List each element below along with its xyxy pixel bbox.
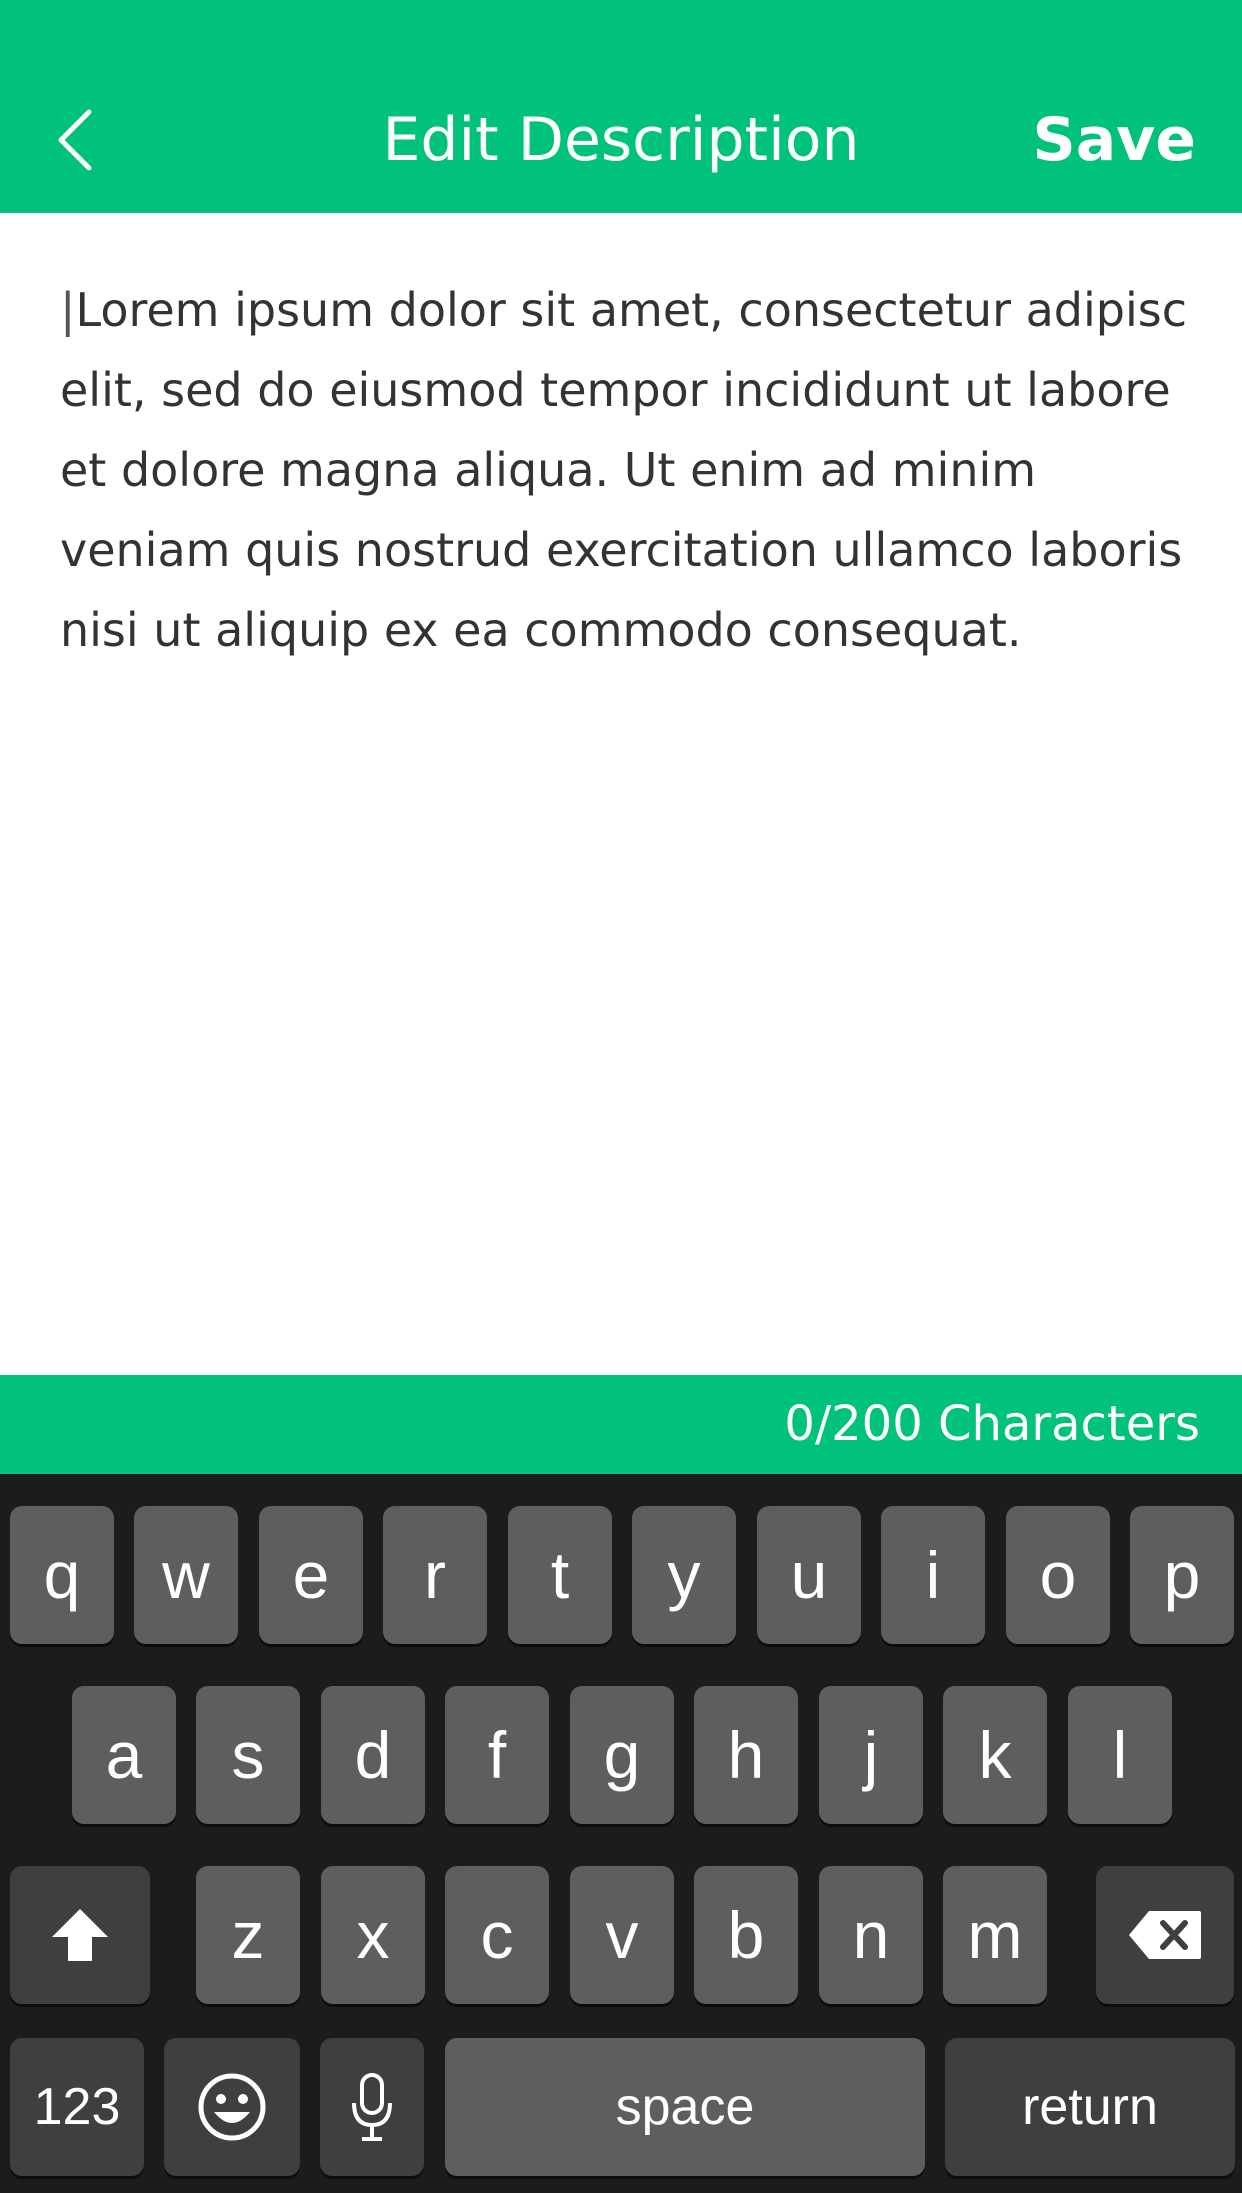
shift-key[interactable] (10, 1866, 150, 2004)
key-i[interactable]: i (881, 1506, 985, 1644)
key-n[interactable]: n (819, 1866, 923, 2004)
space-key[interactable]: space (445, 2038, 925, 2176)
backspace-icon (1129, 1911, 1201, 1959)
key-f[interactable]: f (445, 1686, 549, 1824)
key-o[interactable]: o (1006, 1506, 1110, 1644)
key-c[interactable]: c (445, 1866, 549, 2004)
key-h[interactable]: h (694, 1686, 798, 1824)
key-z[interactable]: z (196, 1866, 300, 2004)
key-r[interactable]: r (383, 1506, 487, 1644)
key-x[interactable]: x (321, 1866, 425, 2004)
key-m[interactable]: m (943, 1866, 1047, 2004)
microphone-key[interactable] (320, 2038, 424, 2176)
key-k[interactable]: k (943, 1686, 1047, 1824)
emoji-key[interactable] (164, 2038, 300, 2176)
key-e[interactable]: e (259, 1506, 363, 1644)
key-b[interactable]: b (694, 1866, 798, 2004)
numbers-key[interactable]: 123 (10, 2038, 144, 2176)
key-d[interactable]: d (321, 1686, 425, 1824)
emoji-smiley-icon (198, 2073, 266, 2141)
key-t[interactable]: t (508, 1506, 612, 1644)
description-textarea[interactable]: |Lorem ipsum dolor sit amet, consectetur… (60, 270, 1200, 1340)
description-text: Lorem ipsum dolor sit amet, consectetur … (60, 283, 1202, 657)
delete-key[interactable] (1096, 1866, 1234, 2004)
key-s[interactable]: s (196, 1686, 300, 1824)
text-caret: | (60, 283, 76, 337)
save-button[interactable]: Save (1032, 98, 1196, 182)
key-w[interactable]: w (134, 1506, 238, 1644)
character-count: 0/200 Characters (784, 1396, 1200, 1452)
key-a[interactable]: a (72, 1686, 176, 1824)
key-j[interactable]: j (819, 1686, 923, 1824)
microphone-icon (352, 2073, 392, 2141)
on-screen-keyboard: q w e r t y u i o p a s d f g h j k l z … (0, 1474, 1242, 2193)
key-u[interactable]: u (757, 1506, 861, 1644)
key-p[interactable]: p (1130, 1506, 1234, 1644)
key-y[interactable]: y (632, 1506, 736, 1644)
key-v[interactable]: v (570, 1866, 674, 2004)
top-app-bar: Edit Description Save (0, 0, 1242, 213)
character-counter-bar: 0/200 Characters (0, 1375, 1242, 1474)
return-key[interactable]: return (945, 2038, 1235, 2176)
key-l[interactable]: l (1068, 1686, 1172, 1824)
key-g[interactable]: g (570, 1686, 674, 1824)
shift-arrow-icon (52, 1909, 108, 1961)
key-q[interactable]: q (10, 1506, 114, 1644)
